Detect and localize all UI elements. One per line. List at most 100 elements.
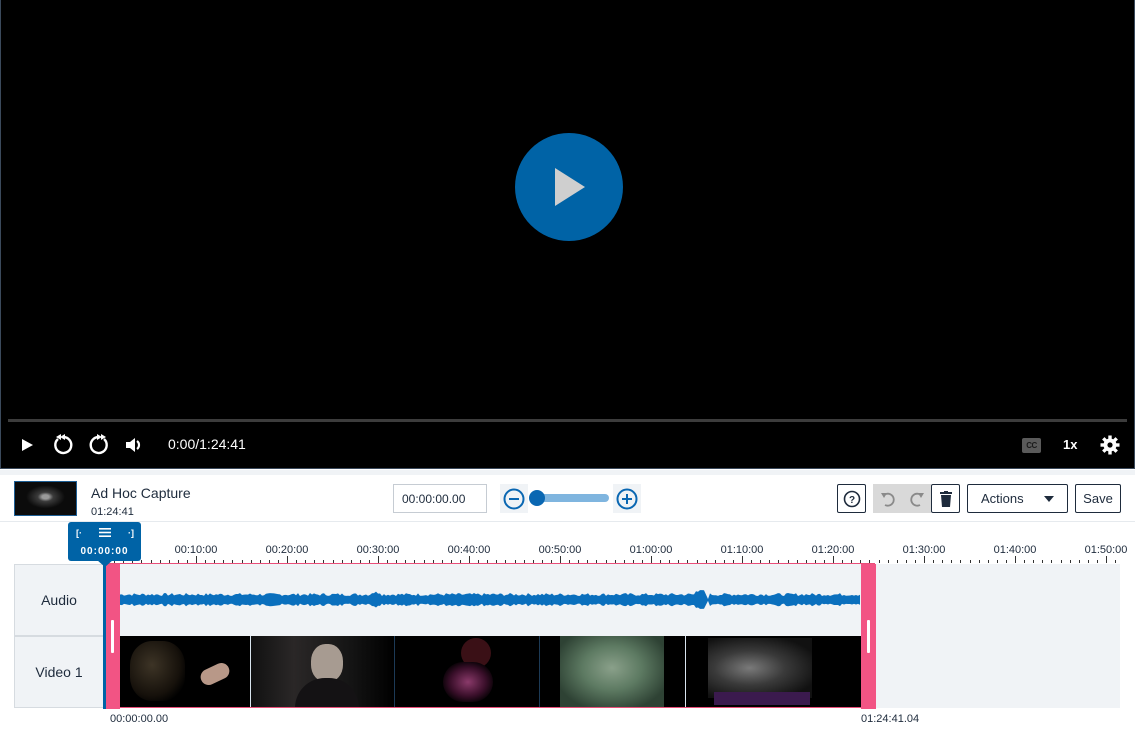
big-play-button[interactable] (515, 133, 623, 241)
ruler-label: 00:30:00 (356, 544, 400, 556)
zoom-in-button[interactable] (613, 484, 641, 513)
zoom-out-button[interactable] (500, 484, 528, 513)
play-icon (555, 168, 585, 206)
video-filmstrip (120, 636, 861, 708)
ruler-major-tick (742, 556, 743, 563)
clip-end-handle[interactable] (861, 564, 876, 709)
media-title: Ad Hoc Capture (91, 485, 191, 501)
ruler-minor-tick (933, 560, 935, 563)
timecode-input[interactable] (393, 484, 487, 513)
ruler-minor-tick (996, 560, 998, 563)
playback-speed-button[interactable]: 1x (1063, 437, 1077, 452)
ruler-label: 01:20:00 (811, 544, 855, 556)
clip-start-handle[interactable] (105, 564, 120, 709)
ruler-minor-tick (905, 560, 907, 563)
settings-button[interactable] (1099, 433, 1121, 457)
ruler-label: 00:50:00 (538, 544, 582, 556)
video-frame (120, 636, 250, 707)
volume-icon (126, 438, 141, 452)
delete-button[interactable] (931, 484, 960, 513)
video-frame (395, 636, 539, 707)
ruler-minor-tick (978, 560, 980, 563)
zoom-out-icon (503, 488, 525, 509)
ruler-label: 00:40:00 (447, 544, 491, 556)
ruler-major-tick (924, 556, 925, 563)
video-frame (686, 636, 858, 707)
ruler-major-tick (651, 556, 652, 563)
ruler-label: 01:30:00 (902, 544, 946, 556)
save-button[interactable]: Save (1075, 484, 1121, 513)
ruler-minor-tick (1078, 560, 1080, 563)
ruler-minor-tick (1069, 560, 1071, 563)
undo-redo-group (873, 484, 931, 513)
ruler-minor-tick (1060, 560, 1062, 563)
ruler-minor-tick (878, 560, 880, 563)
ruler-minor-tick (960, 560, 962, 563)
ruler-minor-tick (1115, 560, 1117, 563)
playhead-line[interactable] (103, 564, 106, 709)
playhead-marker[interactable]: [· ·] 00:00:00 (68, 522, 141, 561)
ruler-label: 00:20:00 (265, 544, 309, 556)
playhead-pointer (97, 560, 113, 567)
ruler-minor-tick (1042, 560, 1044, 563)
volume-button[interactable] (124, 433, 146, 457)
media-thumbnail (14, 481, 77, 516)
grip-icon (867, 620, 870, 653)
ruler-major-tick (378, 556, 379, 563)
rewind-icon (54, 434, 73, 455)
set-in-point-icon[interactable]: [· (76, 528, 82, 538)
time-display: 0:00/1:24:41 (168, 436, 246, 452)
ruler-major-tick (196, 556, 197, 563)
actions-label: Actions (981, 491, 1024, 506)
ruler-label: 00:10:00 (174, 544, 218, 556)
media-clip[interactable] (105, 564, 876, 709)
timeline: 00:00:00 00:10:00 00:20:00 00:30:00 00:40:00… (0, 522, 1135, 750)
playhead-time: 00:00:00 (80, 546, 129, 557)
undo-icon (880, 492, 895, 507)
ruler-label: 01:50:00 (1084, 544, 1128, 556)
zoom-in-icon (616, 488, 638, 509)
video-frame (540, 636, 685, 707)
ruler-minor-tick (1033, 560, 1035, 563)
ruler-major-tick (833, 556, 834, 563)
ruler-minor-tick (951, 560, 953, 563)
forward-button[interactable] (87, 433, 111, 457)
ruler-minor-tick (1096, 560, 1098, 563)
help-button[interactable]: ? (837, 484, 866, 513)
actions-dropdown[interactable]: Actions (967, 484, 1068, 513)
caret-down-icon (1044, 496, 1054, 502)
ruler-minor-tick (914, 560, 916, 563)
ruler-minor-tick (887, 560, 889, 563)
video-frame (251, 636, 394, 707)
ruler-major-tick (1106, 556, 1107, 563)
closed-captions-icon: CC (1026, 441, 1037, 450)
ruler-minor-tick (1005, 560, 1007, 563)
zoom-slider[interactable] (529, 490, 609, 506)
waveform-path (120, 590, 860, 609)
rewind-button[interactable] (51, 433, 75, 457)
closed-captions-button[interactable]: CC (1022, 438, 1041, 453)
ruler-label: 01:10:00 (720, 544, 764, 556)
play-button[interactable] (17, 433, 37, 457)
redo-button[interactable] (902, 484, 931, 513)
set-out-point-icon[interactable]: ·] (128, 528, 134, 538)
ruler-minor-tick (1087, 560, 1089, 563)
ruler-minor-tick (1024, 560, 1026, 563)
ruler-major-tick (1015, 556, 1016, 563)
ruler-minor-tick (896, 560, 898, 563)
progress-bar[interactable] (8, 419, 1127, 422)
ruler-label: 01:40:00 (993, 544, 1037, 556)
grip-icon (111, 620, 114, 653)
gear-icon (1100, 435, 1120, 455)
menu-icon[interactable] (99, 528, 111, 537)
trash-icon (939, 490, 952, 507)
undo-button[interactable] (873, 484, 902, 513)
media-duration: 01:24:41 (91, 506, 134, 518)
ruler-minor-tick (942, 560, 944, 563)
zoom-slider-handle[interactable] (529, 490, 545, 506)
track-label-audio: Audio (14, 564, 104, 636)
video-player[interactable]: 0:00/1:24:41 CC 1x (0, 0, 1135, 469)
time-ruler[interactable]: 00:00:00 00:10:00 00:20:00 00:30:00 00:40:00… (0, 522, 1135, 564)
ruler-minor-tick (969, 560, 971, 563)
track-label-video: Video 1 (14, 636, 104, 708)
